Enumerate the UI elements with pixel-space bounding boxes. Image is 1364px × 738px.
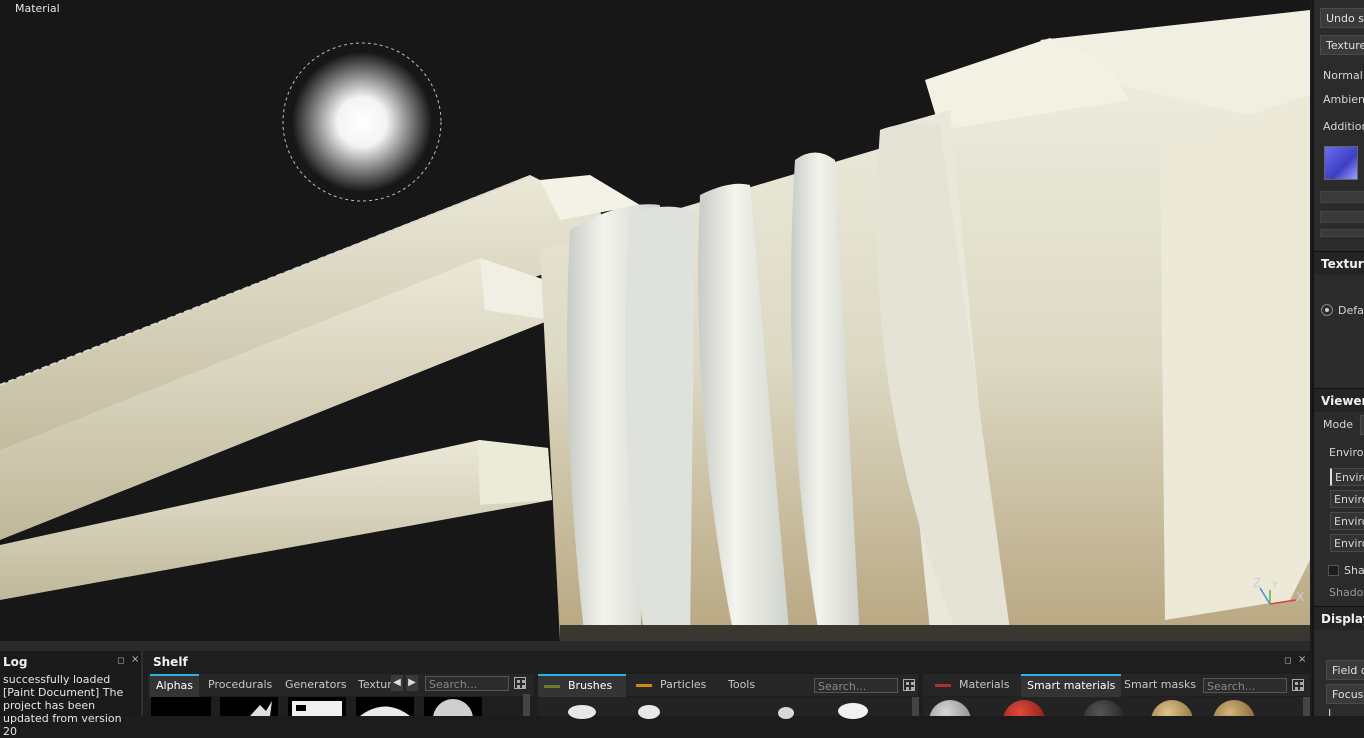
materials-color-swatch (935, 683, 951, 687)
log-text: successfully loaded [Paint Document] The… (3, 673, 124, 738)
close-icon[interactable]: × (1298, 654, 1306, 665)
axis-gizmo: Z Y X (1246, 576, 1306, 610)
smart-material-thumbnail[interactable] (1083, 700, 1125, 716)
additional-label: Additiona (1323, 120, 1364, 133)
environment-item[interactable]: Enviro (1330, 512, 1364, 530)
brushes-scrollbar[interactable] (912, 697, 919, 716)
textures-button[interactable]: Texture (1320, 35, 1364, 55)
default-radio[interactable] (1321, 304, 1333, 316)
slider-bar[interactable] (1320, 229, 1364, 237)
environment-item[interactable]: Enviro (1330, 468, 1364, 486)
focus-distance-field[interactable]: Focus d (1326, 684, 1364, 704)
ambient-label: Ambient (1323, 93, 1364, 106)
brushes-search-input[interactable]: Search... (814, 678, 898, 693)
smart-material-thumbnail[interactable] (929, 700, 971, 716)
close-icon[interactable]: × (131, 654, 139, 665)
field-of-view-field[interactable]: Field of (1326, 660, 1364, 680)
alpha-thumbnail[interactable] (220, 697, 278, 716)
tab-smart-materials[interactable]: Smart materials (1021, 674, 1122, 698)
axis-x-label: X (1296, 590, 1305, 604)
axis-y-label: Y (1272, 580, 1279, 591)
light-sphere-gizmo[interactable] (282, 42, 442, 202)
alpha-thumbnail[interactable] (356, 697, 414, 716)
smart-material-thumbnail[interactable] (1151, 700, 1193, 716)
undock-icon[interactable]: ◻ (117, 656, 124, 666)
environment-item[interactable]: Enviro (1330, 490, 1364, 508)
shelf-search-input[interactable]: Search... (425, 676, 509, 691)
smart-material-thumbnail[interactable] (1213, 700, 1255, 716)
tab-procedurals[interactable]: Procedurals (202, 674, 278, 696)
alpha-thumbnail[interactable] (288, 697, 346, 716)
shadows-checkbox[interactable] (1328, 565, 1339, 576)
default-option-label: Defa (1338, 304, 1364, 317)
tab-materials[interactable]: Materials (929, 674, 1015, 696)
mode-dropdown[interactable] (1360, 415, 1364, 435)
tabs-scroll-right-icon[interactable]: ▶ (406, 675, 418, 691)
textures-section-header[interactable]: Texture (1314, 251, 1364, 275)
properties-panel: Undo st Texture Normal m Ambient Additio… (1312, 0, 1364, 716)
smart-material-thumbnail[interactable] (1003, 700, 1045, 716)
materials-scrollbar[interactable] (1303, 697, 1310, 716)
slider-bar[interactable] (1320, 211, 1364, 223)
shadows-checkbox-label: Shac (1344, 564, 1364, 577)
brush-thumbnail[interactable] (568, 705, 596, 719)
3d-viewport[interactable]: Material Z Y X (0, 0, 1310, 641)
alpha-shape (250, 701, 272, 716)
texture-thumbnail[interactable] (1324, 146, 1358, 180)
viewer-settings-header[interactable]: Viewer S (1314, 388, 1364, 412)
mode-label: Mode (1323, 418, 1353, 431)
undo-stack-button[interactable]: Undo st (1320, 8, 1364, 28)
undock-icon[interactable]: ◻ (1284, 656, 1291, 666)
slider-bar[interactable] (1320, 191, 1364, 203)
brush-thumbnail[interactable] (778, 707, 794, 719)
tab-alphas[interactable]: Alphas (150, 674, 200, 698)
viewport-mode-label: Material (15, 2, 60, 15)
brushes-shelf (538, 697, 914, 719)
materials-shelf (923, 697, 1310, 716)
shelf-scrollbar[interactable] (523, 694, 530, 716)
environment-label: Environ (1329, 446, 1364, 459)
display-settings-header[interactable]: Display (1314, 606, 1364, 630)
axis-z-label: Z (1253, 576, 1262, 590)
log-panel: Log ◻ × successfully loaded [Paint Docum… (0, 651, 143, 738)
tab-materials-label: Materials (959, 678, 1010, 691)
particles-color-swatch (636, 683, 652, 687)
brushes-color-swatch (544, 684, 560, 688)
grid-view-icon[interactable] (514, 677, 526, 689)
normal-map-label: Normal m (1323, 69, 1364, 82)
tab-brushes[interactable]: Brushes (538, 674, 626, 698)
grid-view-icon[interactable] (903, 679, 915, 691)
tab-tools[interactable]: Tools (722, 674, 761, 696)
alpha-shape (360, 706, 410, 716)
brush-thumbnail[interactable] (638, 705, 660, 719)
3d-model-render[interactable] (0, 0, 1310, 641)
alpha-thumbnail[interactable] (424, 697, 482, 738)
alpha-shape (292, 701, 342, 716)
tab-particles-label: Particles (660, 678, 707, 691)
environment-item[interactable]: Enviro (1330, 534, 1364, 552)
materials-search-input[interactable]: Search... (1203, 678, 1287, 693)
tab-particles[interactable]: Particles (630, 674, 712, 696)
tabs-scroll-left-icon[interactable]: ◀ (391, 675, 403, 691)
tab-generators[interactable]: Generators (279, 674, 353, 696)
brush-thumbnail[interactable] (838, 703, 868, 719)
shelf-title: Shelf (153, 655, 188, 669)
grid-view-icon[interactable] (1292, 679, 1304, 691)
log-title: Log (3, 655, 28, 669)
alpha-thumbnail[interactable] (151, 697, 211, 716)
shadows-label: Shadow (1329, 586, 1364, 599)
alpha-shape (433, 699, 473, 738)
lens-label: L (1328, 707, 1335, 716)
tab-brushes-label: Brushes (568, 679, 613, 692)
tab-smart-masks[interactable]: Smart masks (1118, 674, 1202, 696)
